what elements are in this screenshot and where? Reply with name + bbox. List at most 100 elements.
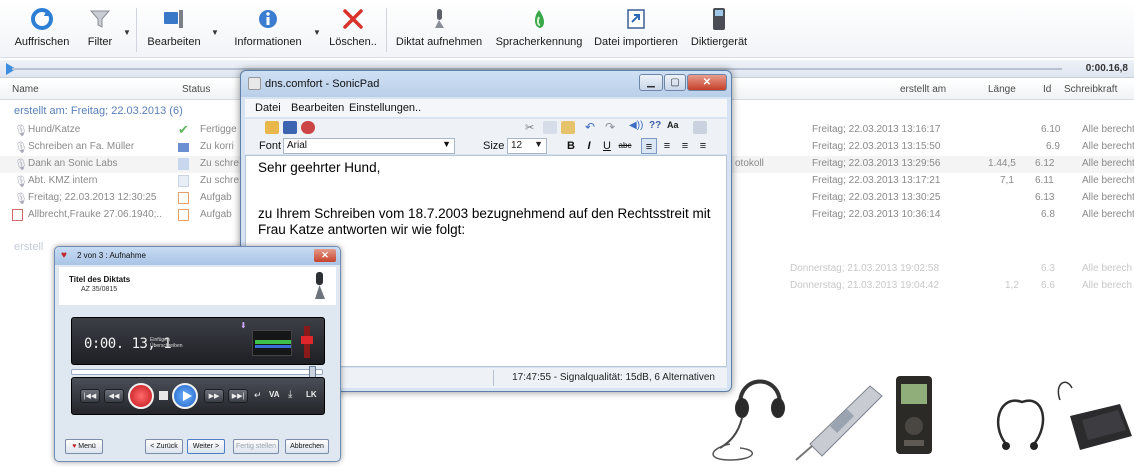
underline-icon[interactable]: U (599, 138, 615, 154)
volume-slider[interactable] (301, 326, 313, 358)
back-button[interactable]: < Zurück (145, 439, 183, 454)
copy-icon[interactable] (543, 121, 557, 134)
font-style-icon[interactable]: Aa (667, 120, 685, 133)
align-right-icon[interactable]: ≡ (677, 138, 693, 154)
recorder-titlebar[interactable]: ♥ 2 von 3 : Aufnahme ✕ (55, 247, 340, 265)
speech-recognition-icon (524, 6, 554, 32)
finish-button[interactable]: Fertig stellen (233, 439, 279, 454)
sonic-icon[interactable] (301, 121, 315, 134)
align-center-icon[interactable]: ≡ (659, 138, 675, 154)
position-slider[interactable] (71, 366, 323, 378)
filter-label: Filter (87, 36, 113, 48)
handheld-microphone-icon (795, 385, 883, 461)
refresh-button[interactable]: Auffrischen (10, 6, 74, 54)
paste-icon[interactable] (561, 121, 575, 134)
column-header-status[interactable]: Status (182, 84, 210, 95)
undo-icon[interactable]: ↶ (585, 120, 599, 134)
delete-section-button[interactable]: LK (306, 390, 317, 399)
cancel-button[interactable]: Abbrechen (285, 439, 329, 454)
row-length: 7,1 (1000, 175, 1014, 186)
rewind-icon[interactable]: ◀◀ (104, 389, 124, 403)
volume-knob[interactable] (301, 336, 313, 344)
level-meter (252, 330, 292, 356)
close-button[interactable]: ✕ (314, 249, 336, 262)
maximize-button[interactable]: ▢ (664, 74, 686, 91)
row-created: Freitag; 22.03.2013 13:30:25 (812, 192, 941, 203)
info-button[interactable]: Informationen (228, 6, 308, 54)
speaker-icon[interactable]: ◀)) (629, 120, 643, 133)
info-dropdown-arrow-icon[interactable]: ▼ (313, 28, 321, 37)
column-header-created[interactable]: erstellt am (900, 84, 946, 95)
row-typist: Alle berecht (1082, 209, 1134, 220)
insert-icon[interactable] (693, 121, 707, 134)
menu-button[interactable]: ♥ Menü (65, 439, 103, 454)
menu-settings[interactable]: Einstellungen.. (349, 102, 421, 114)
chevron-down-icon: ▼ (442, 139, 451, 149)
edit-button[interactable]: Bearbeiten (142, 6, 206, 54)
window-title: dns.comfort - SonicPad (265, 78, 380, 90)
rewind-start-icon[interactable]: |◀◀ (80, 389, 100, 403)
column-header-name[interactable]: Name (12, 84, 39, 95)
speech-recognition-button[interactable]: Spracherkennung (492, 6, 586, 54)
dictation-device-button[interactable]: Diktiergerät (687, 6, 751, 54)
mode-overwrite[interactable]: Überschreiben (150, 343, 183, 349)
row-status: Zu schre (200, 175, 239, 186)
size-select[interactable]: 12 ▼ (507, 138, 547, 154)
row-typist: Alle berecht (1082, 192, 1134, 203)
stop-icon[interactable] (159, 391, 168, 400)
voice-activation-button[interactable]: VA (269, 390, 280, 399)
sonicpad-titlebar[interactable]: dns.comfort - SonicPad ▁ ▢ ✕ (241, 71, 731, 97)
download-icon[interactable]: ⤓ (288, 389, 292, 400)
play-button[interactable] (172, 383, 198, 409)
cut-icon[interactable]: ✂ (525, 121, 539, 134)
align-left-icon[interactable]: ≡ (641, 138, 657, 154)
strikethrough-icon[interactable]: abc (617, 138, 633, 154)
group-header[interactable]: erstell (14, 241, 43, 253)
fast-forward-icon[interactable]: ▶▶ (204, 389, 224, 403)
row-length: 1,2 (1005, 280, 1019, 291)
menu-file[interactable]: Datei (255, 102, 281, 114)
record-button[interactable] (128, 383, 154, 409)
column-header-typist[interactable]: Schreibkraft (1064, 84, 1117, 95)
import-file-button[interactable]: Datei importieren (590, 6, 682, 54)
row-name: Allbrecht,Frauke 27.06.1940;.. (28, 209, 162, 220)
dictation-device-label: Diktiergerät (690, 36, 748, 48)
menu-edit[interactable]: Bearbeiten (291, 102, 344, 114)
redo-icon[interactable]: ↷ (605, 120, 619, 134)
edit-icon (159, 6, 189, 32)
open-folder-icon[interactable] (265, 121, 279, 134)
refresh-icon (27, 6, 57, 32)
hardware-devices (700, 364, 1134, 464)
font-select[interactable]: Arial ▼ (283, 138, 455, 154)
info-icon (253, 6, 283, 32)
help-icon[interactable]: ?? (649, 120, 663, 133)
row-category: otokoll (735, 158, 764, 169)
bold-icon[interactable]: B (563, 138, 579, 154)
devices-illustration (712, 376, 1132, 461)
row-created: Freitag; 22.03.2013 10:36:14 (812, 209, 941, 220)
group-header[interactable]: erstellt am: Freitag; 22.03.2013 (6) (14, 105, 183, 117)
column-header-length[interactable]: Länge (988, 84, 1016, 95)
recorder-title: 2 von 3 : Aufnahme (77, 251, 146, 260)
row-id: 6.13 (1035, 192, 1055, 203)
earphones-icon (996, 399, 1045, 450)
task-icon (178, 209, 189, 221)
filter-button[interactable]: Filter (82, 6, 118, 54)
edit-dropdown-arrow-icon[interactable]: ▼ (211, 28, 219, 37)
import-file-label: Datei importieren (594, 36, 678, 48)
forward-end-icon[interactable]: ▶▶| (228, 389, 248, 403)
return-icon[interactable]: ↵ (254, 390, 262, 401)
next-button[interactable]: Weiter > (187, 439, 225, 454)
save-icon[interactable] (283, 121, 297, 134)
close-button[interactable]: ✕ (687, 74, 727, 91)
recorder-header: Titel des Diktats AZ 35/0815 (59, 267, 336, 305)
record-dictation-button[interactable]: Diktat aufnehmen (391, 6, 487, 54)
row-name: Abt. KMZ intern (28, 175, 98, 186)
filter-dropdown-arrow-icon[interactable]: ▼ (123, 28, 131, 37)
delete-button[interactable]: Löschen.. (327, 6, 379, 54)
justify-icon[interactable]: ≡ (695, 138, 711, 154)
row-typist: Alle berech (1082, 263, 1133, 274)
italic-icon[interactable]: I (581, 138, 597, 154)
minimize-button[interactable]: ▁ (639, 74, 663, 91)
column-header-id[interactable]: Id (1043, 84, 1051, 95)
